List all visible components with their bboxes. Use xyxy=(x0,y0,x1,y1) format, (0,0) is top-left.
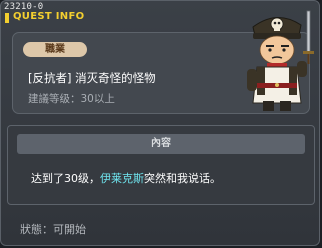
quest-status: 狀態：可開始 xyxy=(20,223,86,236)
military-officer-npc-icon xyxy=(247,10,314,111)
recommended-level: 建議等级：30以上 xyxy=(28,93,115,105)
description-text-start: 达到了30级， xyxy=(31,172,100,185)
job-label-badge: 職業 xyxy=(23,42,87,57)
quest-description: 达到了30级，伊莱克斯突然和我说话。 xyxy=(31,170,221,186)
title-accent-bar xyxy=(5,13,9,23)
window-title: QUEST INFO xyxy=(13,11,85,22)
quest-name: [反抗者] 消灭奇怪的怪物 xyxy=(28,71,156,85)
sword-icon xyxy=(303,10,314,64)
npc-name-link[interactable]: 伊莱克斯 xyxy=(100,172,144,185)
quest-info-window: 23210-0 QUEST INFO 職業 [反抗者] 消灭奇怪的怪物 建議等级… xyxy=(0,0,320,246)
quest-content-card: 內容 达到了30级，伊莱克斯突然和我说话。 xyxy=(7,125,315,205)
description-text-end: 突然和我说话。 xyxy=(144,172,221,185)
content-section-header: 內容 xyxy=(17,134,305,154)
